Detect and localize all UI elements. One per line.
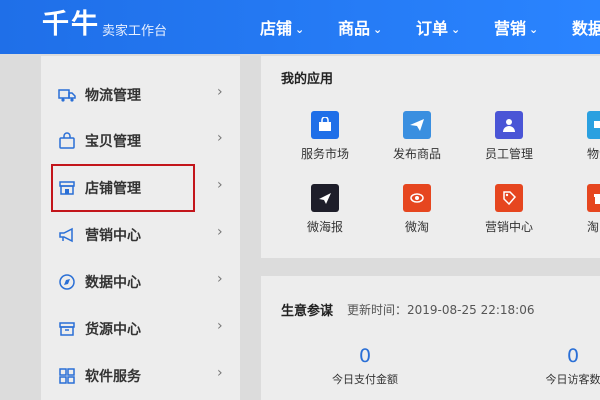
sidebar-item-label: 数据中心 [85,275,141,291]
stat-payment-amount[interactable]: 0 今日支付金额 [305,345,425,387]
nav-label: 数据 [572,19,600,38]
nav-label: 订单 [416,19,449,38]
app-label: 发布商品 [392,147,441,161]
truck-icon [587,111,600,139]
nav-label: 商品 [338,19,371,38]
app-logo[interactable]: 千牛 [42,8,100,42]
app-label: 营销中心 [484,220,533,234]
nav-orders[interactable]: 订单 ⌄ [416,15,460,39]
chevron-right-icon: › [217,318,223,334]
chevron-down-icon: ⌄ [451,23,461,36]
nav-goods[interactable]: 商品 ⌄ [338,15,382,39]
top-header: 千牛 卖家工作台 店铺 ⌄ 商品 ⌄ 订单 ⌄ 营销 ⌄ 数据 [0,0,600,54]
stat-value: 0 [358,345,372,367]
chevron-right-icon: › [217,224,223,240]
user-icon [495,111,523,139]
chevron-right-icon: › [217,130,223,146]
shopping-bag-icon [59,132,75,149]
compass-icon [59,274,75,290]
gift-icon [587,184,600,212]
tag-icon [495,184,523,212]
chevron-down-icon: ⌄ [529,23,539,36]
stat-label: 今日支付金额 [332,373,398,386]
business-advisor-panel: 生意参谋 更新时间：2019-08-25 22:18:06 0 今日支付金额 0… [261,276,600,400]
sidebar-item-products[interactable]: 宝贝管理 › [41,117,240,163]
megaphone-icon [59,227,73,243]
app-tao[interactable]: 淘 [561,184,600,244]
update-time-label: 更新时间： [347,303,408,317]
sidebar-item-label: 物流管理 [85,88,141,104]
nav-label: 营销 [494,19,527,38]
sidebar-item-sourcing[interactable]: 货源中心 › [41,305,240,351]
paper-plane-icon [403,111,431,139]
sidebar-item-label: 软件服务 [85,369,141,385]
app-label: 微淘 [404,220,429,234]
shopping-bag-icon [311,111,339,139]
nav-label: 店铺 [260,19,293,38]
stat-value: 0 [566,345,580,367]
app-logistics[interactable]: 物流 [561,111,600,171]
app-service-market[interactable]: 服务市场 [285,111,365,171]
truck-icon [58,89,76,102]
app-label: 微海报 [306,220,343,234]
sidebar-item-data[interactable]: 数据中心 › [41,258,240,304]
chevron-down-icon: ⌄ [295,23,305,36]
app-staff-management[interactable]: 员工管理 [469,111,549,171]
chevron-right-icon: › [217,271,223,287]
my-apps-panel: 我的应用 服务市场 发布商品 员工管理 物流 微海报 微淘 营销中心 淘 [261,56,600,258]
stat-label: 今日访客数 [545,373,600,386]
chevron-down-icon: ⌄ [373,23,383,36]
chevron-right-icon: › [217,84,223,100]
box-icon [59,322,75,336]
app-publish-product[interactable]: 发布商品 [377,111,457,171]
app-label: 淘 [587,220,600,234]
sidebar-item-label: 营销中心 [85,228,141,244]
app-label: 服务市场 [300,147,349,161]
chevron-right-icon: › [217,177,223,193]
sidebar-item-software[interactable]: 软件服务 › [41,352,240,398]
app-label: 员工管理 [484,147,533,161]
sidebar-item-label: 宝贝管理 [85,134,141,150]
chevron-right-icon: › [217,365,223,381]
send-icon [311,184,339,212]
app-marketing-center[interactable]: 营销中心 [469,184,549,244]
nav-marketing[interactable]: 营销 ⌄ [494,15,538,39]
app-label: 物流 [587,147,600,161]
stat-visitors[interactable]: 0 今日访客数 [513,345,600,387]
sidebar: 物流管理 › 宝贝管理 › 店铺管理 › 营销中心 › 数据中心 › 货源中心 … [41,56,240,400]
panel-title: 我的应用 [281,72,334,87]
app-weitao[interactable]: 微淘 [377,184,457,244]
app-micro-poster[interactable]: 微海报 [285,184,365,244]
nav-shop[interactable]: 店铺 ⌄ [260,15,304,39]
nav-data[interactable]: 数据 [572,15,600,39]
sidebar-item-label: 货源中心 [85,322,141,338]
grid-icon [59,368,75,384]
panel-title: 生意参谋 [281,304,334,319]
sidebar-item-logistics[interactable]: 物流管理 › [41,71,240,117]
sidebar-item-marketing[interactable]: 营销中心 › [41,211,240,257]
highlight-box [51,164,195,212]
update-time: 更新时间：2019-08-25 22:18:06 [347,301,534,318]
eye-icon [403,184,431,212]
update-time-value: 2019-08-25 22:18:06 [407,303,535,317]
app-subtitle: 卖家工作台 [102,24,168,39]
